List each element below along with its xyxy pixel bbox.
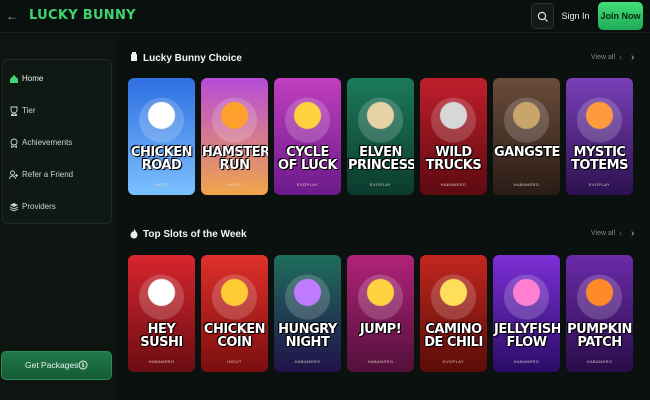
next-arrow-icon[interactable]: ›	[631, 52, 634, 63]
game-title: HUNGRY NIGHT	[278, 322, 337, 350]
game-card[interactable]: ELVEN PRINCESSES EVOPLAY	[347, 78, 414, 195]
game-provider: EVOPLAY	[588, 182, 611, 187]
back-arrow-icon[interactable]: ←	[5, 9, 19, 23]
game-title: HAMSTER RUN	[202, 145, 268, 173]
game-art	[566, 255, 633, 372]
game-title: JUMP!	[359, 322, 402, 337]
game-card[interactable]: CAMINO DE CHILI EVOPLAY	[420, 255, 487, 372]
search-button[interactable]	[531, 3, 554, 29]
game-art	[274, 255, 341, 372]
game-provider: INOUT	[227, 182, 242, 187]
game-card[interactable]: CHICKEN COIN INOUT	[201, 255, 268, 372]
medal-icon	[10, 138, 18, 148]
games-row-choice: CHICKEN ROAD INOUT HAMSTER RUN INOUT CYCLE O…	[127, 78, 637, 195]
game-card[interactable]: MYSTIC TOTEMS EVOPLAY	[566, 78, 633, 195]
sidebar-item-label: Refer a Friend	[22, 170, 74, 179]
game-card[interactable]: CYCLE OF LUCK EVOPLAY	[274, 78, 341, 195]
game-card[interactable]: GANGSTERS HABANERO	[493, 78, 560, 195]
game-provider: EVOPLAY	[369, 182, 392, 187]
game-art	[128, 78, 195, 195]
game-title: CAMINO DE CHILI	[424, 322, 483, 350]
game-art	[201, 255, 268, 372]
prev-arrow-icon[interactable]: ‹	[619, 52, 622, 63]
sidebar-nav: Home Tier Achievements Refer a Friend Pr…	[2, 59, 112, 224]
game-art	[128, 255, 195, 372]
trophy-icon	[10, 106, 18, 116]
crown-icon	[131, 52, 137, 61]
coin-icon	[78, 360, 88, 370]
game-title: GANGSTERS	[494, 145, 560, 160]
game-card[interactable]: WILD TRUCKS HABANERO	[420, 78, 487, 195]
game-provider: EVOPLAY	[442, 359, 465, 364]
game-provider: INOUT	[227, 359, 242, 364]
game-provider: HABANERO	[513, 182, 540, 187]
sidebar-item-label: Achievements	[22, 138, 73, 147]
game-art	[274, 78, 341, 195]
game-provider: HABANERO	[148, 359, 175, 364]
prev-arrow-icon[interactable]: ‹	[619, 228, 622, 239]
refer-icon	[9, 170, 18, 180]
sidebar-item-refer[interactable]: Refer a Friend	[3, 162, 113, 188]
sidebar-item-achievements[interactable]: Achievements	[3, 130, 113, 156]
game-provider: HABANERO	[367, 359, 394, 364]
game-art	[566, 78, 633, 195]
get-packages-button[interactable]: Get Packages	[1, 351, 112, 380]
sidebar-item-providers[interactable]: Providers	[3, 194, 113, 220]
next-arrow-icon[interactable]: ›	[631, 228, 634, 239]
game-title: JELLYFISH FLOW	[494, 322, 560, 350]
game-card[interactable]: PUMPKIN PATCH HABANERO	[566, 255, 633, 372]
game-provider: INOUT	[154, 182, 169, 187]
sidebar-item-label: Tier	[22, 106, 36, 115]
game-card[interactable]: HAMSTER RUN INOUT	[201, 78, 268, 195]
game-art	[493, 78, 560, 195]
sidebar-item-label: Home	[22, 74, 44, 83]
game-card[interactable]: HEY SUSHI HABANERO	[128, 255, 195, 372]
view-all-link-top-slots[interactable]: View all	[591, 230, 615, 237]
game-card[interactable]: JELLYFISH FLOW HABANERO	[493, 255, 560, 372]
game-title: HEY SUSHI	[140, 322, 183, 350]
game-provider: HABANERO	[294, 359, 321, 364]
game-title: CHICKEN ROAD	[130, 145, 193, 173]
game-provider: EVOPLAY	[296, 182, 319, 187]
game-provider: HABANERO	[513, 359, 540, 364]
view-all-link-choice[interactable]: View all	[591, 54, 615, 61]
home-icon	[10, 75, 18, 83]
sidebar-item-label: Providers	[22, 202, 56, 211]
top-bar: ← LUCKY BUNNY Sign In Join Now	[0, 0, 650, 33]
game-art	[493, 255, 560, 372]
layers-icon	[9, 203, 19, 212]
game-art	[347, 255, 414, 372]
search-icon	[537, 11, 548, 22]
game-card[interactable]: JUMP! HABANERO	[347, 255, 414, 372]
games-row-top-slots: HEY SUSHI HABANERO CHICKEN COIN INOUT HUNGRY…	[127, 255, 637, 372]
game-art	[347, 78, 414, 195]
game-provider: HABANERO	[440, 182, 467, 187]
game-art	[420, 255, 487, 372]
game-art	[420, 78, 487, 195]
game-card[interactable]: CHICKEN ROAD INOUT	[128, 78, 195, 195]
fire-icon	[130, 228, 138, 239]
site-logo[interactable]: LUCKY BUNNY	[29, 8, 136, 23]
sign-in-button[interactable]: Sign In	[557, 3, 594, 29]
sidebar-item-home[interactable]: Home	[3, 66, 113, 92]
section-title-choice: Lucky Bunny Choice	[129, 52, 242, 64]
game-title: PUMPKIN PATCH	[567, 322, 632, 350]
section-title-top-slots: Top Slots of the Week	[129, 228, 247, 240]
join-now-button[interactable]: Join Now	[598, 2, 643, 30]
game-title: CHICKEN COIN	[203, 322, 266, 350]
sidebar-item-tier[interactable]: Tier	[3, 98, 113, 124]
game-title: MYSTIC TOTEMS	[571, 145, 628, 173]
game-title: CYCLE OF LUCK	[278, 145, 337, 173]
game-card[interactable]: HUNGRY NIGHT HABANERO	[274, 255, 341, 372]
game-title: ELVEN PRINCESSES	[348, 145, 414, 173]
game-art	[201, 78, 268, 195]
game-title: WILD TRUCKS	[425, 145, 482, 173]
game-provider: HABANERO	[586, 359, 613, 364]
get-packages-label: Get Packages	[25, 360, 79, 370]
